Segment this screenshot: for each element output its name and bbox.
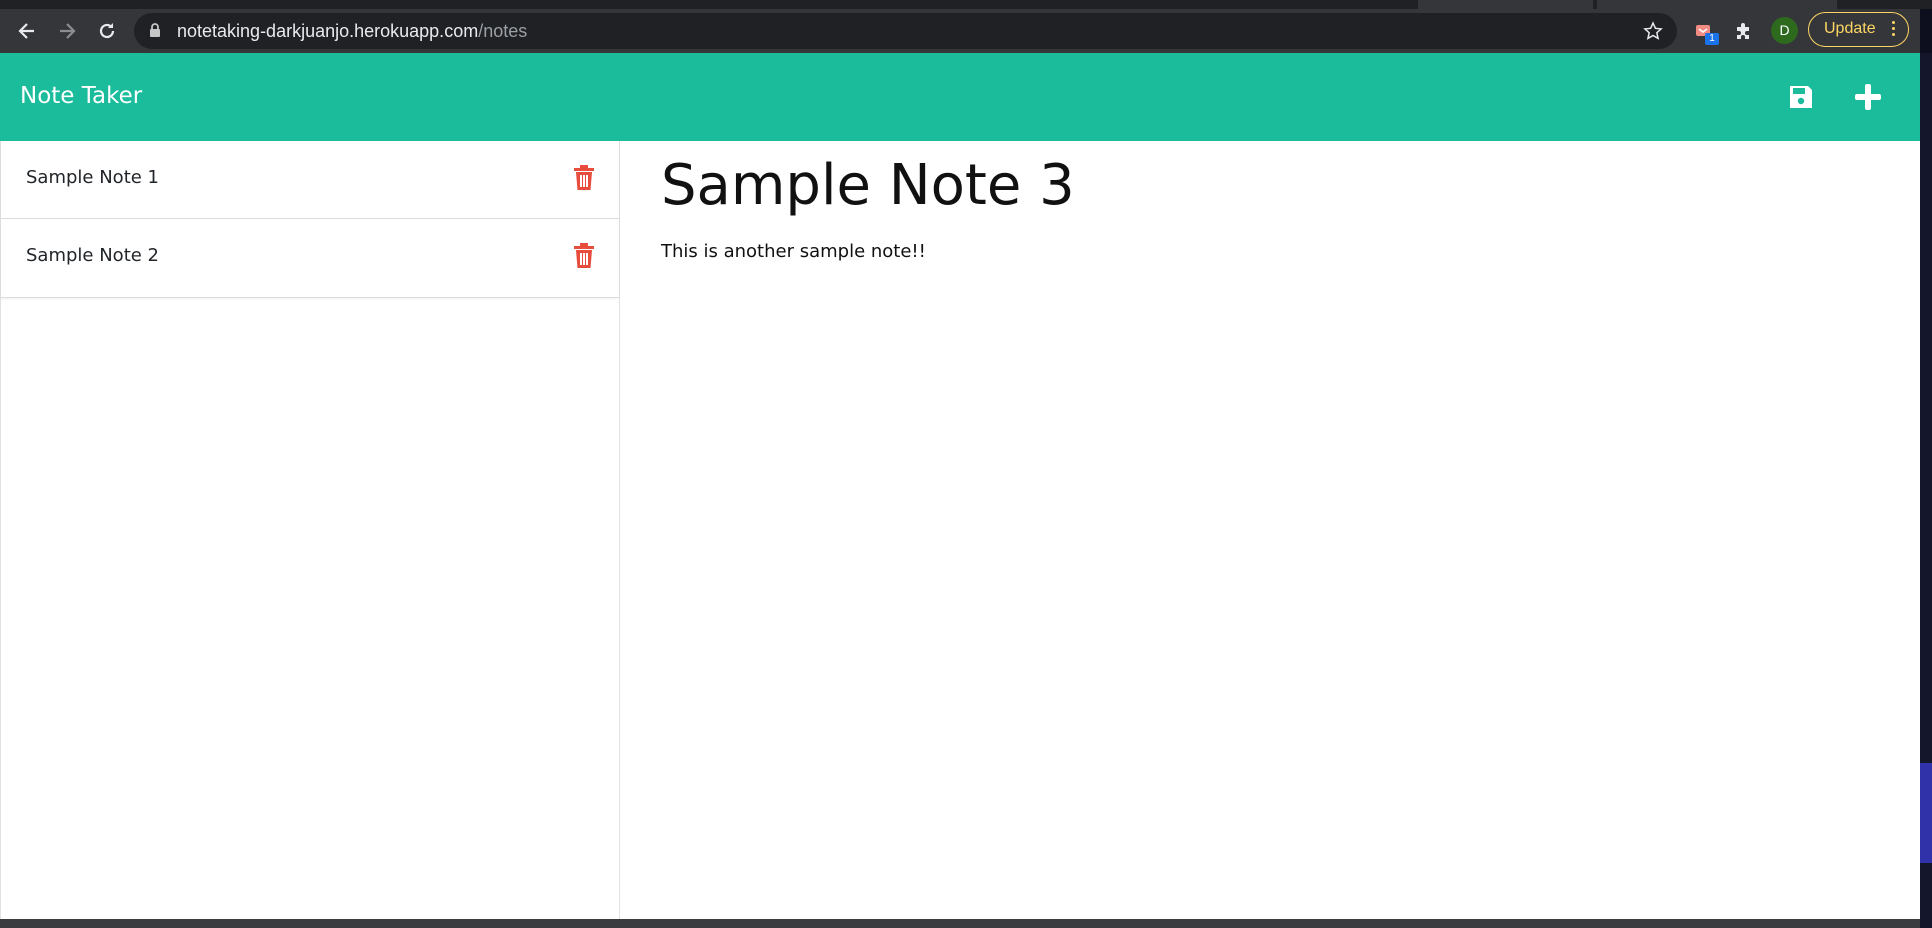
forward-arrow-icon — [60, 23, 76, 39]
star-icon[interactable] — [1643, 21, 1663, 41]
new-note-button[interactable] — [1848, 77, 1888, 117]
note-title[interactable]: Sample Note 1 — [26, 167, 159, 188]
extension-button[interactable]: 1 — [1692, 18, 1719, 45]
extension-badge: 1 — [1705, 33, 1719, 45]
profile-avatar[interactable]: D — [1771, 17, 1798, 44]
plus-icon — [1855, 84, 1881, 110]
note-text-input[interactable]: This is another sample note!! — [661, 241, 926, 262]
app-header: Note Taker — [0, 53, 1920, 141]
bottom-edge — [0, 919, 1920, 928]
note-list-panel: Sample Note 1 Sample Note 2 — [0, 141, 620, 919]
forward-button[interactable] — [53, 17, 81, 45]
browser-toolbar: notetaking-darkjuanjo.herokuapp.com/note… — [0, 9, 1920, 53]
tab-fragment[interactable] — [1418, 0, 1593, 9]
address-bar[interactable]: notetaking-darkjuanjo.herokuapp.com/note… — [134, 13, 1677, 49]
update-label: Update — [1824, 20, 1876, 37]
more-vert-icon — [1892, 21, 1896, 39]
note-title[interactable]: Sample Note 2 — [26, 245, 159, 266]
list-item[interactable]: Sample Note 1 — [1, 141, 619, 219]
back-arrow-icon — [18, 23, 34, 39]
trash-icon[interactable] — [573, 243, 595, 269]
web-page: Note Taker Sample Note 1 Sample Note 2 S… — [0, 53, 1920, 919]
note-editor: Sample Note 3 This is another sample not… — [621, 141, 1920, 919]
note-title-input[interactable]: Sample Note 3 — [661, 153, 1075, 218]
url-text: notetaking-darkjuanjo.herokuapp.com/note… — [177, 21, 528, 41]
update-button[interactable]: Update — [1808, 12, 1909, 47]
puzzle-icon — [1737, 23, 1749, 39]
tab-fragment[interactable] — [1597, 0, 1837, 9]
tab-strip — [0, 0, 1932, 9]
back-button[interactable] — [13, 17, 41, 45]
save-note-button[interactable] — [1781, 77, 1821, 117]
extensions-menu-button[interactable] — [1731, 18, 1757, 44]
background-edge — [1920, 53, 1932, 928]
app-title[interactable]: Note Taker — [20, 83, 142, 109]
lock-icon — [150, 23, 160, 37]
trash-icon[interactable] — [573, 165, 595, 191]
save-icon — [1790, 86, 1812, 108]
list-item[interactable]: Sample Note 2 — [1, 219, 619, 297]
reload-button[interactable] — [93, 17, 121, 45]
note-list: Sample Note 1 Sample Note 2 — [1, 141, 619, 298]
reload-icon — [99, 23, 115, 39]
